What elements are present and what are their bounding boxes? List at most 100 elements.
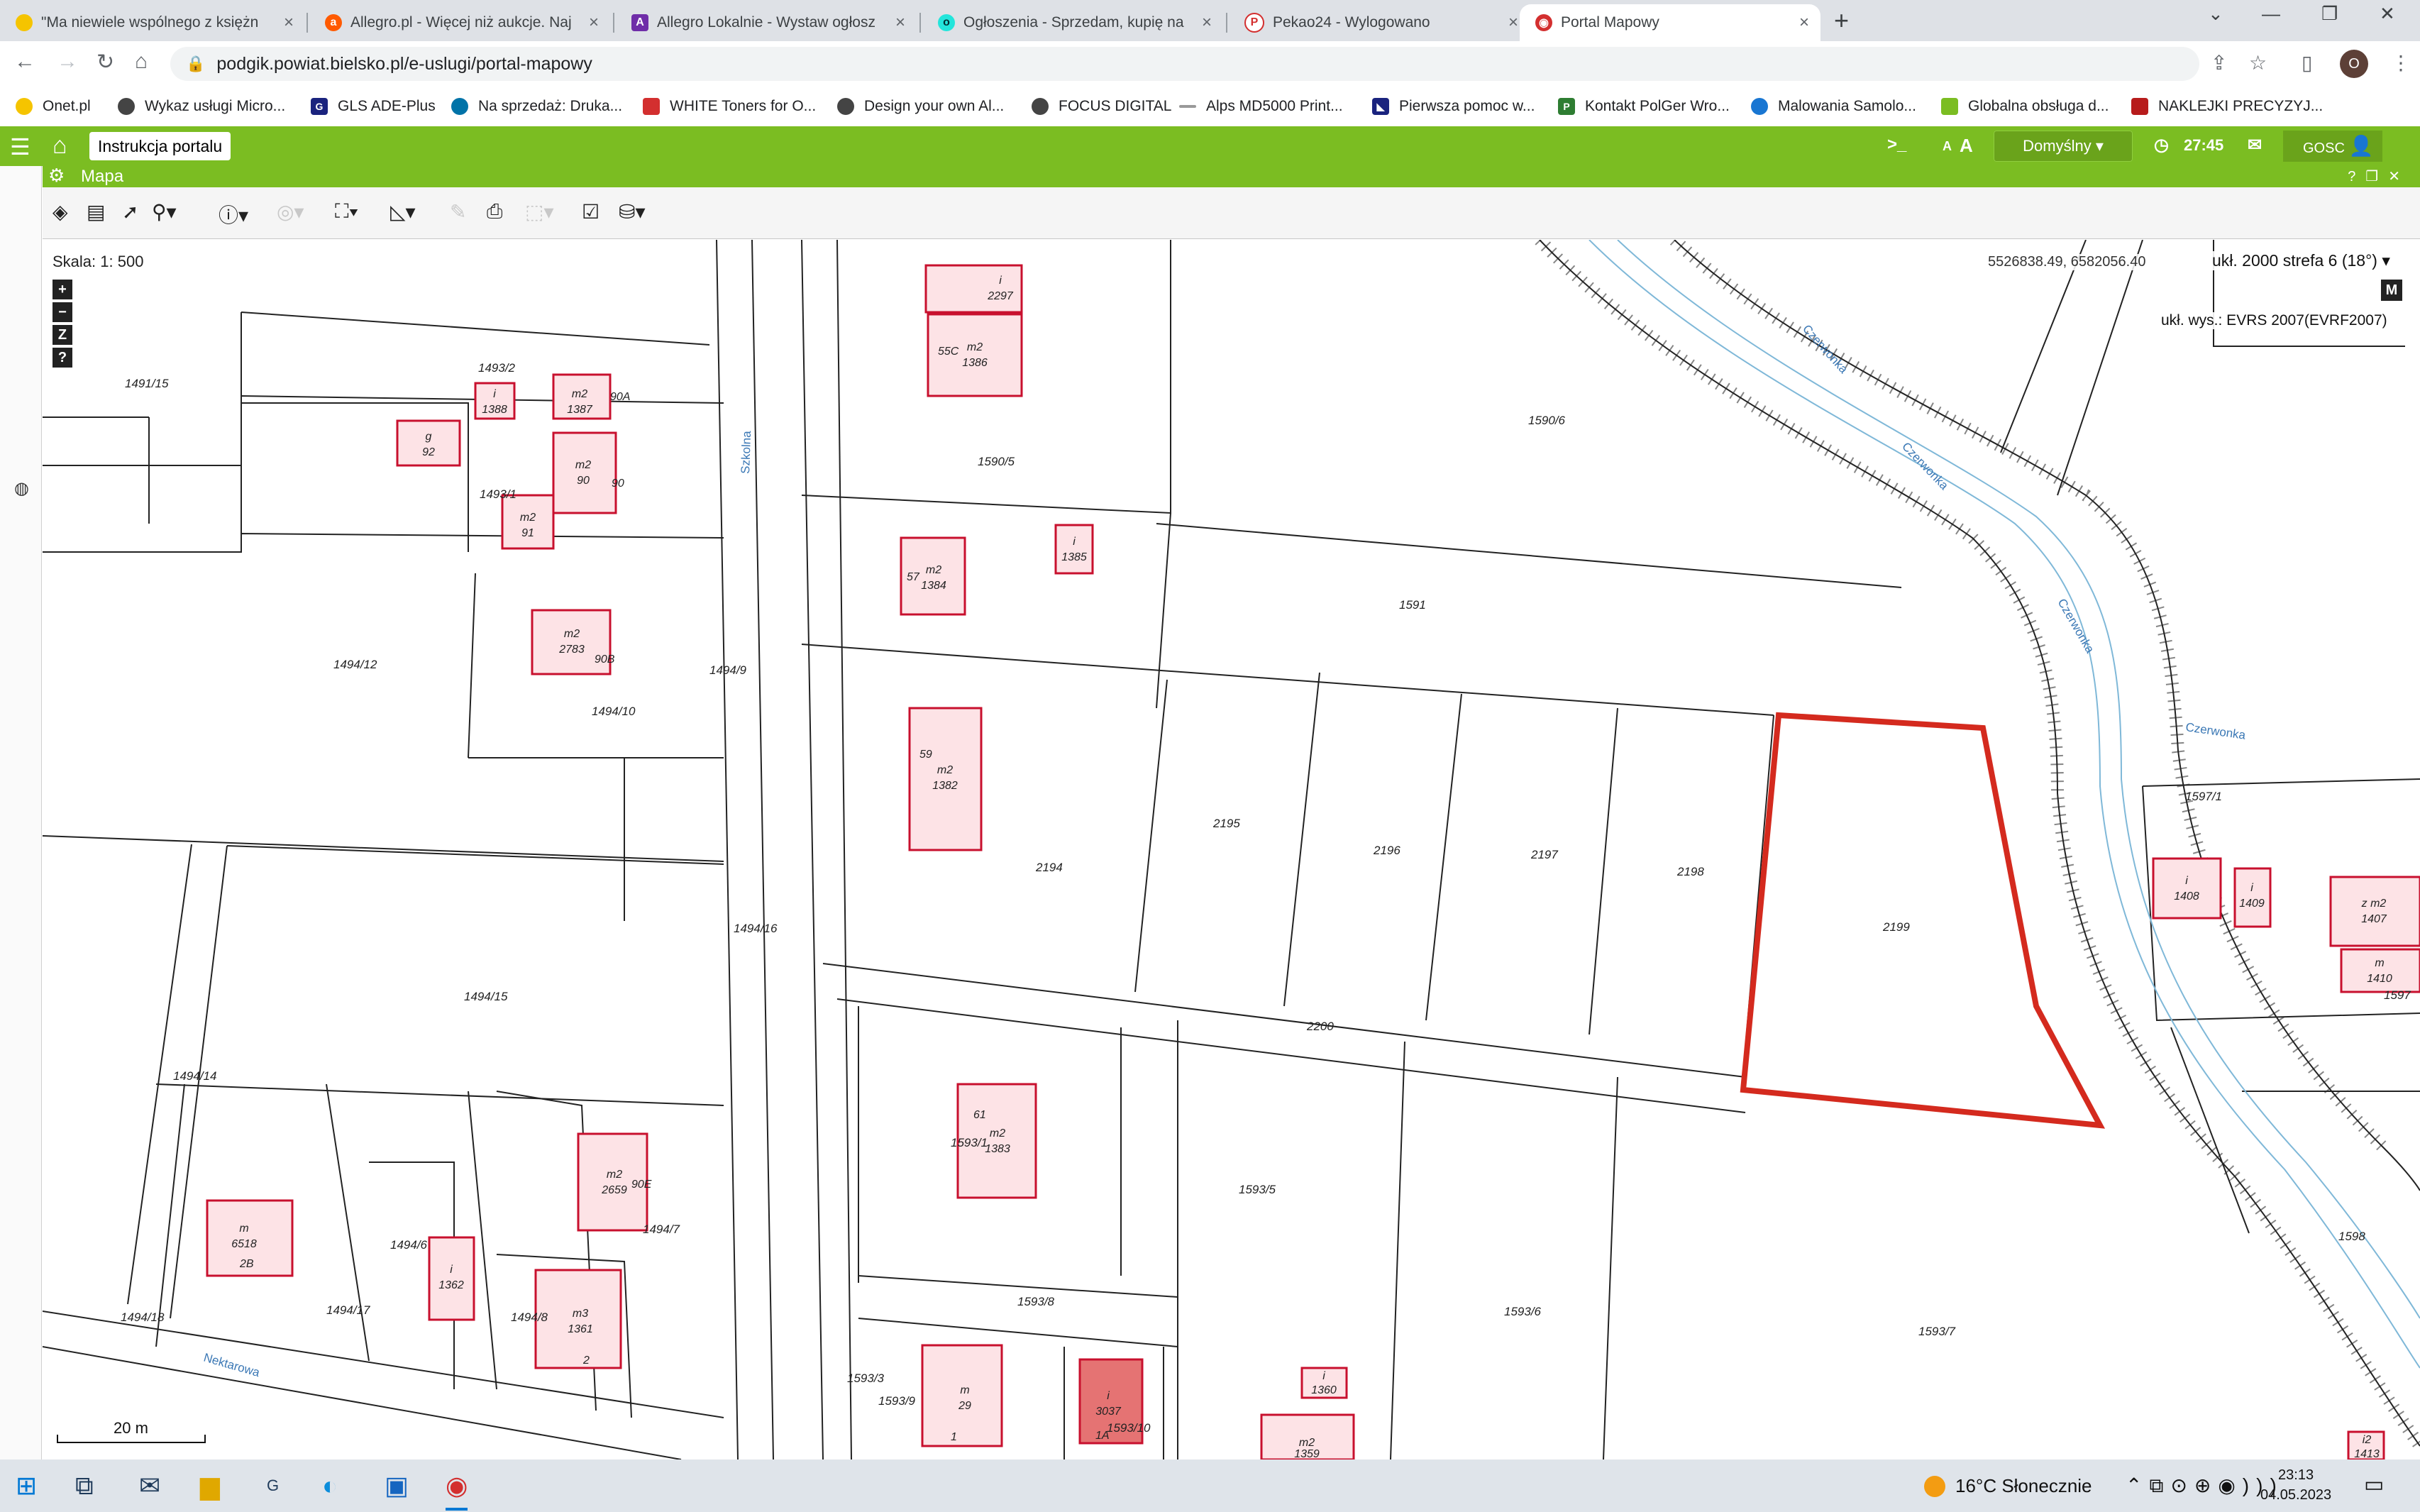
parcel-label: 2200 xyxy=(1306,1020,1334,1033)
panel-window-controls[interactable]: ?❐✕ xyxy=(2348,167,2410,185)
edge-icon[interactable]: ◐ xyxy=(322,1471,338,1501)
bookmark-item[interactable]: Design your own Al... xyxy=(837,95,1004,118)
weather-widget[interactable]: 16°C Słonecznie xyxy=(1924,1475,2092,1497)
browser-tab-5[interactable]: P Pekao24 - Wylogowano × xyxy=(1229,4,1530,41)
measure-icon[interactable]: ◺▾ xyxy=(390,200,416,224)
outlook-icon[interactable]: ▣ xyxy=(385,1471,409,1501)
task-view-icon[interactable]: ⧉ xyxy=(75,1471,94,1501)
bookmark-item[interactable]: Alps MD5000 Print... xyxy=(1179,95,1343,118)
allegro-lokalnie-icon: A xyxy=(631,14,648,31)
database-icon[interactable]: ⛁▾ xyxy=(619,200,646,224)
browser-tab-1[interactable]: "Ma niewiele wspólnego z księżn × xyxy=(0,4,305,41)
user-icon: 👤 xyxy=(2348,135,2374,157)
star-icon[interactable]: ☆ xyxy=(2249,51,2267,75)
map-mode-button[interactable]: M xyxy=(2381,280,2402,301)
svg-text:Szkolna: Szkolna xyxy=(739,430,753,474)
mail-app-icon[interactable]: ✉ xyxy=(139,1471,160,1501)
bookmark-item[interactable]: NAKLEJKI PRECYZYJ... xyxy=(2131,95,2323,118)
bookmark-item[interactable]: G GLS ADE-Plus xyxy=(311,95,436,118)
crs-select[interactable]: ukł. 2000 strefa 6 (18°) ▾ xyxy=(2212,251,2390,270)
font-increase-button[interactable]: A xyxy=(1960,135,1973,157)
selected-parcel-2199[interactable] xyxy=(1740,712,2106,1129)
minimize-icon[interactable]: — xyxy=(2262,3,2280,25)
profile-select[interactable]: Domyślny ▾ xyxy=(1994,131,2133,162)
select-tool-icon[interactable]: ☑ xyxy=(582,200,600,224)
zoom-tool-icon[interactable]: ⚲▾ xyxy=(152,200,177,224)
svg-text:1: 1 xyxy=(951,1431,957,1443)
new-tab-button[interactable]: + xyxy=(1834,6,1849,35)
bookmark-item[interactable]: Wykaz usługi Micro... xyxy=(118,95,285,118)
svg-text:m2: m2 xyxy=(520,512,536,524)
help-button[interactable]: ? xyxy=(53,348,72,368)
svg-text:1A: 1A xyxy=(1095,1430,1110,1442)
draw-tool-icon[interactable]: ⛶▾ xyxy=(335,200,358,224)
bookmark-item[interactable]: P Kontakt PolGer Wro... xyxy=(1558,95,1730,118)
forward-icon[interactable]: → xyxy=(57,50,78,74)
file-explorer-icon[interactable]: ▆ xyxy=(200,1471,220,1501)
side-panel-icon[interactable]: ▯ xyxy=(2302,51,2312,75)
user-button[interactable]: GOSC 👤 xyxy=(2283,131,2382,162)
cadastral-map[interactable]: 1491/15 1493/2 1493/1 1494/12 1494/10 14… xyxy=(43,240,2420,1459)
bookmark-item[interactable]: Onet.pl xyxy=(16,95,91,118)
dash-icon xyxy=(1179,105,1196,108)
svg-text:3037: 3037 xyxy=(1095,1406,1122,1418)
legend-icon[interactable]: ▤ xyxy=(87,200,105,224)
hamburger-menu-icon[interactable]: ☰ xyxy=(10,133,31,160)
svg-text:90B: 90B xyxy=(595,653,615,666)
mail-icon[interactable]: ✉ xyxy=(2248,135,2262,155)
info-icon[interactable]: ⓘ▾ xyxy=(219,200,248,228)
close-icon[interactable]: × xyxy=(1794,13,1815,33)
map-settings-icon[interactable]: ⚙ xyxy=(48,165,65,187)
instructions-button[interactable]: Instrukcja portalu xyxy=(89,132,231,160)
terminal-icon[interactable]: >_ xyxy=(1887,135,1906,155)
zoom-extent-button[interactable]: Z xyxy=(53,325,72,345)
map-canvas[interactable]: 1491/15 1493/2 1493/1 1494/12 1494/10 14… xyxy=(43,240,2420,1459)
bookmark-item[interactable]: WHITE Toners for O... xyxy=(643,95,816,118)
bookmark-item[interactable]: FOCUS DIGITAL xyxy=(1032,95,1171,118)
scale-readout[interactable]: Skala: 1: 500 xyxy=(53,253,144,271)
more-menu-icon[interactable]: ⋮ xyxy=(2391,51,2411,75)
taskbar-clock[interactable]: 23:13 04.05.2023 xyxy=(2260,1465,2331,1505)
profile-avatar[interactable]: O xyxy=(2340,50,2368,78)
browser-tab-6[interactable]: ◉ Portal Mapowy × xyxy=(1520,4,1820,41)
globe-icon xyxy=(837,98,854,115)
app-g-icon[interactable]: G xyxy=(267,1477,279,1495)
svg-text:1388: 1388 xyxy=(482,404,507,416)
tab-search-icon[interactable]: ⌄ xyxy=(2208,3,2223,25)
close-icon[interactable]: × xyxy=(583,13,604,33)
bookmark-item[interactable]: ◣ Pierwsza pomoc w... xyxy=(1372,95,1535,118)
zoom-out-button[interactable]: − xyxy=(53,302,72,322)
close-window-icon[interactable]: ✕ xyxy=(2380,3,2395,25)
close-icon[interactable]: × xyxy=(1196,13,1217,33)
svg-text:1413: 1413 xyxy=(2354,1448,2380,1459)
browser-tab-4[interactable]: o Ogłoszenia - Sprzedam, kupię na × xyxy=(922,4,1223,41)
home-icon[interactable]: ⌂ xyxy=(135,50,148,74)
svg-text:90A: 90A xyxy=(610,391,630,403)
layers-icon[interactable]: ◈ xyxy=(53,200,68,224)
close-icon[interactable]: × xyxy=(890,13,911,33)
svg-text:59: 59 xyxy=(919,749,932,761)
bookmark-item[interactable]: Na sprzedaż: Druka... xyxy=(451,95,622,118)
parcel-label: 1494/14 xyxy=(173,1069,216,1083)
reload-icon[interactable]: ↻ xyxy=(96,50,114,75)
font-decrease-button[interactable]: A xyxy=(1943,139,1952,154)
notifications-icon[interactable]: ▭ xyxy=(2364,1472,2384,1497)
bookmark-item[interactable]: Malowania Samolo... xyxy=(1751,95,1916,118)
svg-text:2783: 2783 xyxy=(558,644,585,656)
browser-tab-2[interactable]: a Allegro.pl - Więcej niż aukcje. Naj × xyxy=(309,4,610,41)
print-icon[interactable]: ⎙ xyxy=(487,200,502,224)
close-icon[interactable]: × xyxy=(278,13,299,33)
zoom-in-button[interactable]: + xyxy=(53,280,72,299)
globe-icon[interactable]: ◍ xyxy=(14,478,29,499)
windows-start-icon[interactable]: ⊞ xyxy=(16,1471,37,1501)
bookmark-item[interactable]: Globalna obsługa d... xyxy=(1941,95,2109,118)
home-icon[interactable]: ⌂ xyxy=(53,132,67,160)
restore-icon[interactable]: ❐ xyxy=(2321,3,2338,25)
share-icon[interactable]: ⇪ xyxy=(2211,51,2227,75)
chrome-icon[interactable]: ◉ xyxy=(446,1471,468,1511)
scale-bar-line xyxy=(57,1435,206,1443)
browser-tab-3[interactable]: A Allegro Lokalnie - Wystaw ogłosz × xyxy=(616,4,917,41)
pointer-icon[interactable]: ➚ xyxy=(122,200,138,224)
url-field[interactable]: 🔒 podgik.powiat.bielsko.pl/e-uslugi/port… xyxy=(170,47,2199,81)
back-icon[interactable]: ← xyxy=(14,50,35,74)
